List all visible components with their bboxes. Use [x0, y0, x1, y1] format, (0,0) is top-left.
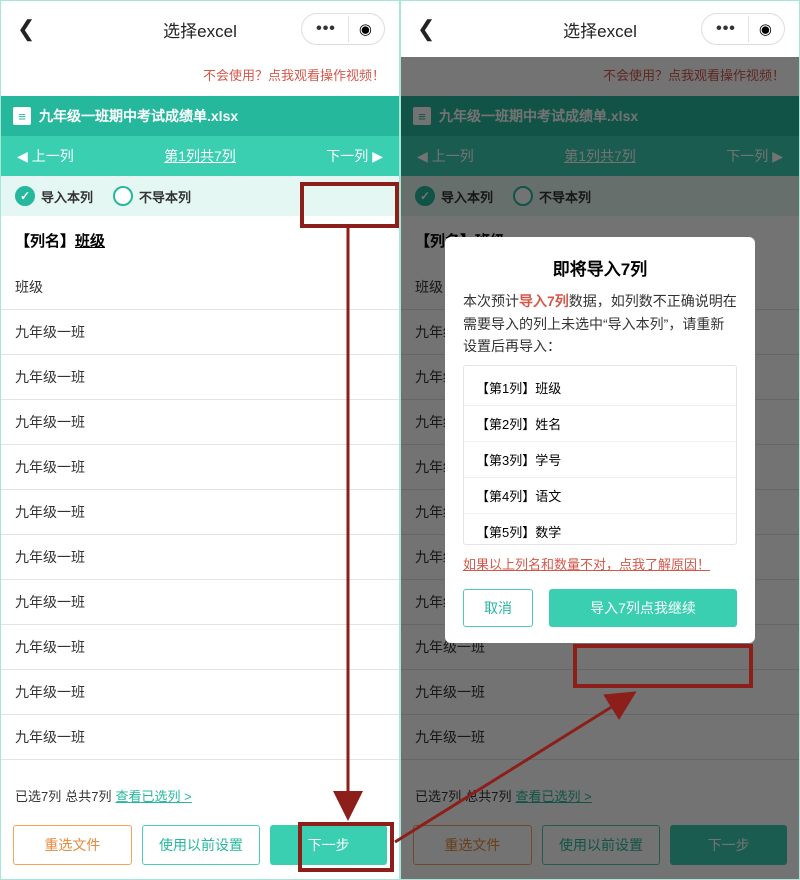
table-row: 九年级一班 — [1, 580, 399, 625]
table-row: 九年级一班 — [1, 670, 399, 715]
modal-cancel-button[interactable]: 取消 — [463, 589, 533, 627]
import-choice-row: ✓ 导入本列 不导本列 — [1, 176, 399, 216]
prev-column-button[interactable]: ◀ 上一列 — [17, 146, 74, 166]
miniprogram-menu[interactable]: ••• ◉ — [301, 13, 385, 45]
circle-icon — [113, 186, 133, 206]
table-row: 九年级一班 — [1, 445, 399, 490]
modal-column-item: 【第3列】学号 — [464, 442, 736, 478]
import-this-column-radio[interactable]: ✓ 导入本列 — [15, 186, 93, 206]
modal-column-item: 【第2列】姓名 — [464, 406, 736, 442]
table-row: 九年级一班 — [1, 355, 399, 400]
table-row: 九年级一班 — [1, 625, 399, 670]
modal-column-item: 【第5列】数学 — [464, 514, 736, 545]
see-selected-link[interactable]: 查看已选列 > — [115, 786, 191, 805]
left-panel: ❮ 选择excel ••• ◉ 不会使用？点我观看操作视频！ ≡ 九年级一班期中… — [0, 0, 400, 880]
right-panel: ❮ 选择excel ••• ◉ 不会使用？点我观看操作视频！ ≡ 九年级一班期中… — [400, 0, 800, 880]
footer-buttons: 重选文件 使用以前设置 下一步 — [1, 817, 399, 879]
table-row: 九年级一班 — [1, 400, 399, 445]
reselect-file-button[interactable]: 重选文件 — [13, 825, 132, 865]
column-indicator[interactable]: 第1列共7列 — [164, 146, 236, 166]
titlebar: ❮ 选择excel ••• ◉ — [1, 1, 399, 57]
more-icon[interactable]: ••• — [304, 16, 349, 42]
modal-column-item: 【第1列】班级 — [464, 370, 736, 406]
modal-column-item: 【第4列】语文 — [464, 478, 736, 514]
chevron-left-icon: ◀ — [17, 148, 28, 165]
check-icon: ✓ — [15, 186, 35, 206]
column-label: 【列名】班级 — [1, 216, 399, 265]
close-target-icon[interactable]: ◉ — [349, 16, 382, 42]
modal-description: 本次预计导入7列数据，如列数不正确说明在需要导入的列上未选中“导入本列”，请重新… — [463, 290, 737, 357]
modal-continue-button[interactable]: 导入7列点我继续 — [549, 589, 737, 627]
import-confirm-modal: 即将导入7列 本次预计导入7列数据，如列数不正确说明在需要导入的列上未选中“导入… — [445, 237, 755, 643]
modal-column-list: 【第1列】班级【第2列】姓名【第3列】学号【第4列】语文【第5列】数学 — [463, 365, 737, 545]
table-row: 九年级一班 — [1, 490, 399, 535]
modal-warning-link[interactable]: 如果以上列名和数量不对，点我了解原因！ — [463, 555, 737, 575]
skip-this-column-radio[interactable]: 不导本列 — [113, 186, 191, 206]
help-link[interactable]: 不会使用？点我观看操作视频！ — [1, 57, 399, 96]
modal-overlay: 即将导入7列 本次预计导入7列数据，如列数不正确说明在需要导入的列上未选中“导入… — [401, 1, 799, 879]
next-step-button[interactable]: 下一步 — [270, 825, 387, 865]
table-row: 九年级一班 — [1, 715, 399, 760]
next-column-button[interactable]: 下一列 ▶ — [326, 146, 383, 166]
table-row: 班级 — [1, 265, 399, 310]
use-previous-settings-button[interactable]: 使用以前设置 — [142, 825, 261, 865]
chevron-right-icon: ▶ — [372, 148, 383, 165]
modal-actions: 取消 导入7列点我继续 — [463, 589, 737, 627]
back-icon[interactable]: ❮ — [17, 16, 35, 42]
file-row: ≡ 九年级一班期中考试成绩单.xlsx — [1, 96, 399, 136]
table-row: 九年级一班 — [1, 535, 399, 580]
page-title: 选择excel — [163, 17, 237, 42]
modal-title: 即将导入7列 — [463, 255, 737, 280]
file-icon: ≡ — [13, 107, 31, 125]
footer-status: 已选7列 总共7列 查看已选列 > — [1, 774, 399, 817]
column-nav: ◀ 上一列 第1列共7列 下一列 ▶ — [1, 136, 399, 176]
file-name: 九年级一班期中考试成绩单.xlsx — [39, 106, 238, 126]
table-row: 九年级一班 — [1, 310, 399, 355]
data-rows: 班级九年级一班九年级一班九年级一班九年级一班九年级一班九年级一班九年级一班九年级… — [1, 265, 399, 774]
table-row: 九年级一班 — [1, 760, 399, 774]
